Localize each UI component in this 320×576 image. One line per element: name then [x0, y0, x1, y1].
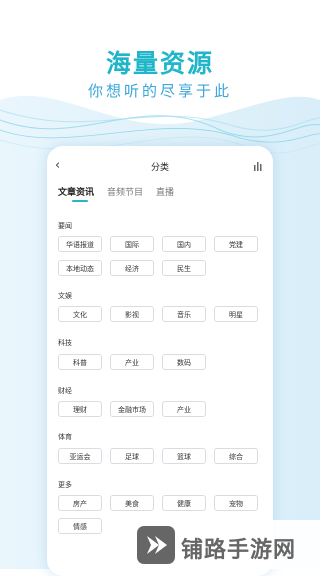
chip[interactable]: 综合 [214, 448, 258, 464]
chip[interactable]: 本地动态 [58, 260, 102, 276]
chip[interactable]: 音乐 [162, 306, 206, 322]
section-title-sports: 体育 [58, 433, 72, 441]
tab-articles[interactable]: 文章资讯 [58, 185, 94, 202]
chip[interactable]: 产业 [110, 354, 154, 370]
site-logo-icon [137, 526, 175, 564]
watermark-text: 铺路手游网 [181, 538, 297, 563]
chip[interactable]: 理财 [58, 401, 102, 417]
chip[interactable]: 党建 [214, 236, 258, 252]
chip[interactable]: 篮球 [162, 448, 206, 464]
section-title-news: 要闻 [58, 222, 72, 230]
watermark: 铺路手游网 [133, 520, 320, 569]
chip[interactable]: 情感 [58, 518, 102, 534]
chip[interactable]: 金融市场 [110, 401, 154, 417]
banner-headline: 海量资源 [105, 49, 214, 78]
chip[interactable]: 国际 [110, 236, 154, 252]
bars-icon[interactable] [253, 161, 263, 171]
section-title-tech: 科技 [58, 339, 72, 347]
chip[interactable]: 经济 [110, 260, 154, 276]
chip[interactable]: 文化 [58, 306, 102, 322]
chip[interactable]: 产业 [162, 401, 206, 417]
chip[interactable]: 华语报道 [58, 236, 102, 252]
app-top-bar: ‹ 分类 [47, 146, 273, 186]
section-title-more: 更多 [58, 481, 72, 489]
section-title-finance: 财经 [58, 387, 72, 395]
chip[interactable]: 足球 [110, 448, 154, 464]
section-title-entertainment: 文娱 [58, 292, 72, 300]
phone-mockup: ‹ 分类 文章资讯 音频节目 直播 要闻 华语报道 国际 国内 党建 本地动态 … [47, 146, 273, 576]
chip[interactable]: 国内 [162, 236, 206, 252]
chip[interactable]: 美食 [110, 495, 154, 511]
chip[interactable]: 民生 [162, 260, 206, 276]
chip[interactable]: 数码 [162, 354, 206, 370]
category-tabs: 文章资讯 音频节目 直播 [58, 185, 187, 202]
tab-live[interactable]: 直播 [156, 185, 174, 198]
chip[interactable]: 明星 [214, 306, 258, 322]
tab-audio[interactable]: 音频节目 [107, 185, 143, 198]
banner-subline: 你想听的尽享于此 [87, 82, 232, 100]
chip[interactable]: 影视 [110, 306, 154, 322]
chip[interactable]: 亚运会 [58, 448, 102, 464]
chip[interactable]: 宠物 [214, 495, 258, 511]
page-title: 分类 [150, 163, 169, 173]
chip[interactable]: 科普 [58, 354, 102, 370]
chip[interactable]: 房产 [58, 495, 102, 511]
chip[interactable]: 健康 [162, 495, 206, 511]
